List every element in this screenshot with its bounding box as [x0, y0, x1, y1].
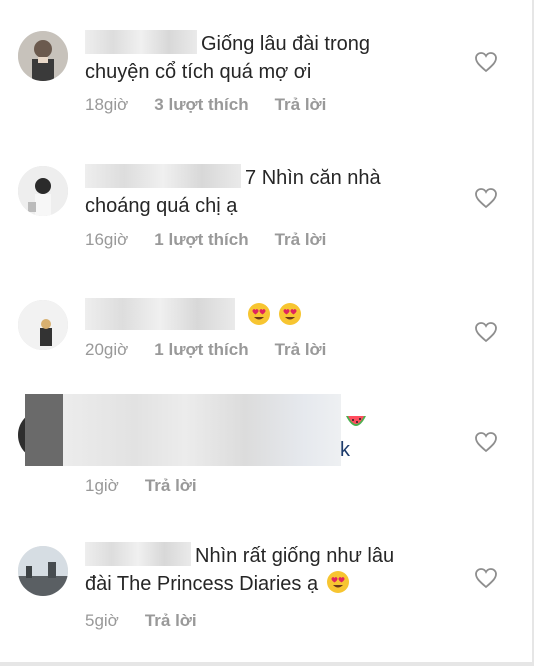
comment-time: 20giờ	[85, 340, 129, 359]
comment-time: 5giờ	[85, 611, 119, 630]
comment-time: 16giờ	[85, 230, 129, 249]
blurred-username[interactable]	[85, 164, 241, 188]
heart-outline-icon[interactable]	[474, 567, 498, 589]
bottom-border	[0, 662, 534, 666]
heart-outline-icon[interactable]	[474, 321, 498, 343]
likes-count[interactable]: 1 lượt thích	[154, 340, 248, 360]
avatar[interactable]	[18, 31, 68, 81]
comment-time: 18giờ	[85, 95, 129, 114]
avatar[interactable]	[18, 546, 68, 596]
watermelon-emoji	[346, 416, 366, 426]
heart-outline-icon[interactable]	[474, 187, 498, 209]
blurred-username[interactable]	[85, 542, 191, 566]
reply-button[interactable]: Trả lời	[275, 230, 327, 250]
likes-count[interactable]: 3 lượt thích	[154, 95, 248, 115]
reply-button[interactable]: Trả lời	[145, 476, 197, 496]
avatar[interactable]	[18, 166, 68, 216]
heart-outline-icon[interactable]	[474, 431, 498, 453]
reply-button[interactable]: Trả lời	[275, 95, 327, 115]
heart-eyes-emoji	[279, 303, 302, 325]
avatar[interactable]	[18, 300, 68, 350]
blurred-username[interactable]	[85, 298, 235, 330]
reply-button[interactable]: Trả lời	[275, 340, 327, 360]
heart-outline-icon[interactable]	[474, 51, 498, 73]
heart-eyes-emoji	[326, 571, 349, 593]
comment-text: k	[340, 439, 350, 461]
username-tail[interactable]: 7	[245, 167, 256, 189]
likes-count[interactable]: 1 lượt thích	[154, 230, 248, 250]
reply-button[interactable]: Trả lời	[145, 611, 197, 631]
heart-eyes-emoji	[247, 303, 270, 325]
blurred-comment-block[interactable]	[25, 394, 341, 466]
blurred-username[interactable]	[85, 30, 197, 54]
comment-time: 1giờ	[85, 476, 119, 495]
